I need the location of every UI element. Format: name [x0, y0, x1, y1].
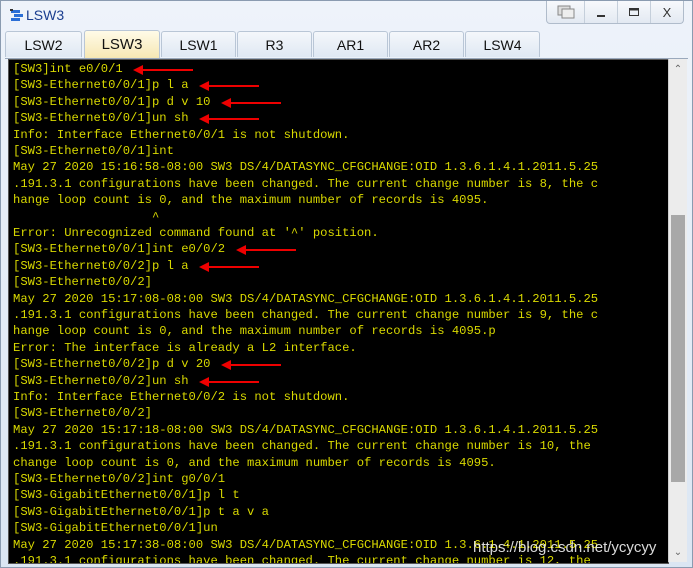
window-tile-icon — [557, 5, 574, 19]
tab-lsw1[interactable]: LSW1 — [161, 31, 236, 57]
terminal-line: hange loop count is 0, and the maximum n… — [13, 193, 489, 208]
terminal-line: Info: Interface Ethernet0/0/2 is not shu… — [13, 390, 350, 404]
watermark: https://blog.csdn.net/ycycyy — [473, 539, 657, 556]
terminal-line: .191.3.1 configurations have been change… — [13, 439, 591, 454]
terminal-output[interactable]: [SW3]int e0/0/1 [SW3-Ethernet0/0/1]p l a[… — [8, 59, 669, 564]
terminal-line: Error: The interface is already a L2 int… — [13, 340, 357, 355]
tab-label: LSW2 — [24, 36, 63, 53]
tab-label: LSW1 — [179, 36, 218, 53]
terminal-line: May 27 2020 15:16:58-08:00 SW3 DS/4/DATA… — [13, 160, 599, 175]
tab-lsw3[interactable]: LSW3 — [84, 30, 160, 58]
red-arrow-annotation — [199, 114, 260, 125]
terminal-line: [SW3-GigabitEthernet0/0/1]un — [13, 521, 218, 536]
terminal-line: [SW3]int e0/0/1 — [13, 62, 123, 76]
tab-label: AR2 — [412, 36, 441, 53]
red-arrow-annotation — [199, 376, 260, 387]
terminal-line: hange loop count is 0, and the maximum n… — [13, 324, 496, 339]
window-controls: X — [546, 1, 684, 24]
tab-label: LSW4 — [483, 36, 522, 53]
terminal-line: [SW3-Ethernet0/0/2]un sh — [13, 373, 189, 388]
scrollbar-thumb[interactable] — [671, 214, 685, 482]
restore-layout-button[interactable] — [547, 1, 584, 23]
maximize-icon — [629, 8, 639, 16]
window-title: LSW3 — [26, 7, 65, 23]
terminal-line: [SW3-Ethernet0/0/1]int — [13, 144, 174, 158]
device-tabs: LSW2 LSW3 LSW1 R3 AR1 AR2 LSW4 — [5, 30, 688, 59]
red-arrow-annotation — [199, 81, 260, 92]
terminal-line: [SW3-GigabitEthernet0/0/1]p t a v a — [13, 504, 269, 519]
terminal-line: .191.3.1 configurations have been change… — [13, 176, 599, 191]
close-icon: X — [662, 4, 672, 20]
terminal-line: May 27 2020 15:17:08-08:00 SW3 DS/4/DATA… — [13, 291, 599, 306]
red-arrow-annotation — [221, 360, 282, 371]
minimize-button[interactable] — [584, 1, 617, 23]
chevron-down-icon: ⌄ — [673, 546, 683, 558]
terminal-line: [SW3-Ethernet0/0/2] — [13, 406, 152, 421]
terminal-line: Info: Interface Ethernet0/0/1 is not shu… — [13, 127, 350, 142]
tab-r3[interactable]: R3 — [237, 31, 312, 57]
close-button[interactable]: X — [650, 1, 683, 23]
terminal-line: [SW3-Ethernet0/0/1]un sh — [13, 111, 189, 126]
tab-ar2[interactable]: AR2 — [389, 31, 464, 57]
tab-lsw2[interactable]: LSW2 — [5, 31, 82, 57]
terminal-window: LSW3 X LSW2 LSW3 LSW1 R3 AR1 AR2 LSW4 [S… — [0, 0, 693, 568]
terminal-line: ^ — [13, 209, 160, 224]
terminal-line: Error: Unrecognized command found at '^'… — [13, 226, 379, 240]
switch-icon — [10, 9, 23, 21]
terminal-line: [SW3-Ethernet0/0/1]p l a — [13, 78, 189, 93]
minimize-icon — [597, 15, 605, 17]
tab-label: AR1 — [336, 36, 365, 53]
red-arrow-annotation — [133, 65, 194, 75]
tab-lsw4[interactable]: LSW4 — [465, 31, 540, 57]
red-arrow-annotation — [221, 97, 282, 108]
tab-ar1[interactable]: AR1 — [313, 31, 388, 57]
terminal-line: .191.3.1 configurations have been change… — [13, 308, 599, 322]
title-bar[interactable]: LSW3 X — [1, 1, 692, 29]
maximize-button[interactable] — [617, 1, 650, 23]
terminal-line: May 27 2020 15:17:18-08:00 SW3 DS/4/DATA… — [13, 422, 599, 437]
terminal-line: [SW3-Ethernet0/0/1]p d v 10 — [13, 94, 211, 109]
terminal-line: [SW3-Ethernet0/0/2]p d v 20 — [13, 357, 211, 372]
scroll-up-button[interactable]: ⌃ — [669, 61, 687, 77]
terminal-line: [SW3-Ethernet0/0/2]p l a — [13, 258, 189, 273]
terminal-line: [SW3-Ethernet0/0/2] — [13, 275, 152, 290]
vertical-scrollbar[interactable]: ⌃ ⌄ — [668, 59, 687, 562]
red-arrow-annotation — [199, 261, 260, 272]
terminal-line: [SW3-GigabitEthernet0/0/1]p l t — [13, 488, 240, 503]
tab-label: R3 — [265, 36, 284, 53]
terminal-line: change loop count is 0, and the maximum … — [13, 455, 496, 470]
chevron-up-icon: ⌃ — [673, 63, 683, 75]
terminal-line: [SW3-Ethernet0/0/1]int e0/0/2 — [13, 242, 226, 257]
tab-label: LSW3 — [101, 36, 143, 53]
scroll-down-button[interactable]: ⌄ — [669, 544, 687, 560]
terminal-line: [SW3-Ethernet0/0/2]int g0/0/1 — [13, 472, 226, 486]
red-arrow-annotation — [236, 245, 297, 256]
